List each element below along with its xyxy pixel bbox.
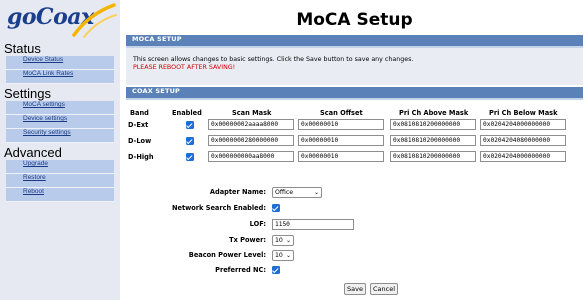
nav-section-advanced: Advanced bbox=[4, 145, 62, 160]
network-search-label: Network Search Enabled: bbox=[172, 204, 266, 212]
nav-item-moca-settings[interactable]: MoCA settings bbox=[6, 101, 114, 115]
tx-power-label: Tx Power: bbox=[229, 236, 266, 244]
band-row-d-ext: D-Ext 0x00000002aaaa8000 0x00000010 0x08… bbox=[126, 119, 583, 131]
scan-mask-input[interactable]: 0x0000000280000000 bbox=[208, 135, 294, 146]
coax-setup-header: COAX SETUP bbox=[126, 87, 583, 100]
chevron-down-icon: ⌄ bbox=[313, 189, 319, 196]
band-enabled-checkbox[interactable] bbox=[186, 137, 194, 145]
lof-input[interactable]: 1150 bbox=[272, 219, 354, 230]
nav-section-status: Status bbox=[4, 41, 41, 56]
pri-ch-above-mask-input[interactable]: 0x0810810200000000 bbox=[390, 119, 476, 130]
scan-offset-input[interactable]: 0x00000010 bbox=[298, 135, 384, 146]
adapter-name-value: Office bbox=[275, 189, 294, 196]
adapter-name-select[interactable]: Office ⌄ bbox=[272, 187, 322, 198]
chevron-down-icon: ⌄ bbox=[285, 237, 291, 244]
tx-power-select[interactable]: 10 ⌄ bbox=[272, 235, 294, 246]
scan-mask-input[interactable]: 0x000000000aa8000 bbox=[208, 151, 294, 162]
pri-ch-below-mask-input[interactable]: 0x0204204000000000 bbox=[480, 151, 566, 162]
nav-item-security-settings[interactable]: Security settings bbox=[6, 129, 114, 143]
column-header-pri-ch-below-mask: Pri Ch Below Mask bbox=[489, 109, 558, 117]
band-name: D-Low bbox=[128, 137, 152, 145]
nav-item-device-status[interactable]: Device Status bbox=[6, 56, 114, 70]
moca-setup-description: This screen allows changes to basic sett… bbox=[133, 56, 414, 63]
pri-ch-below-mask-input[interactable]: 0x0204204080000000 bbox=[480, 135, 566, 146]
beacon-power-value: 10 bbox=[275, 252, 283, 259]
network-search-checkbox[interactable] bbox=[272, 204, 280, 212]
lof-label: LOF: bbox=[249, 220, 266, 228]
save-button[interactable]: Save bbox=[344, 283, 366, 295]
preferred-nc-checkbox[interactable] bbox=[272, 266, 280, 274]
page-title: MoCA Setup bbox=[296, 10, 413, 30]
beacon-power-select[interactable]: 10 ⌄ bbox=[272, 250, 294, 261]
moca-setup-panel: MOCA SETUP This screen allows changes to… bbox=[126, 35, 583, 85]
main-content: MoCA Setup MOCA SETUP This screen allows… bbox=[124, 0, 585, 300]
pri-ch-above-mask-input[interactable]: 0x0810810200000000 bbox=[390, 135, 476, 146]
sidebar: goCoax Status Device Status MoCA Link Ra… bbox=[0, 0, 120, 300]
tx-power-value: 10 bbox=[275, 237, 283, 244]
gocoax-logo: goCoax bbox=[0, 0, 120, 40]
band-enabled-checkbox[interactable] bbox=[186, 153, 194, 161]
column-header-enabled: Enabled bbox=[172, 109, 202, 117]
nav-item-upgrade[interactable]: Upgrade bbox=[6, 160, 114, 174]
column-header-pri-ch-above-mask: Pri Ch Above Mask bbox=[399, 109, 469, 117]
band-row-d-low: D-Low 0x0000000280000000 0x00000010 0x08… bbox=[126, 135, 583, 147]
reboot-warning: PLEASE REBOOT AFTER SAVING! bbox=[133, 64, 236, 71]
nav-item-reboot[interactable]: Reboot bbox=[6, 188, 114, 202]
adapter-name-label: Adapter Name: bbox=[209, 188, 266, 196]
preferred-nc-label: Preferred NC: bbox=[215, 266, 266, 274]
cancel-button[interactable]: Cancel bbox=[370, 283, 398, 295]
band-row-d-high: D-High 0x000000000aa8000 0x00000010 0x08… bbox=[126, 151, 583, 163]
chevron-down-icon: ⌄ bbox=[285, 252, 291, 259]
nav-item-moca-link-rates[interactable]: MoCA Link Rates bbox=[6, 70, 114, 84]
logo-swoosh-icon bbox=[72, 3, 117, 38]
column-header-scan-mask: Scan Mask bbox=[232, 109, 272, 117]
scan-mask-input[interactable]: 0x00000002aaaa8000 bbox=[208, 119, 294, 130]
column-header-band: Band bbox=[130, 109, 149, 117]
nav-item-restore[interactable]: Restore bbox=[6, 174, 114, 188]
band-name: D-High bbox=[128, 153, 154, 161]
band-enabled-checkbox[interactable] bbox=[186, 121, 194, 129]
scan-offset-input[interactable]: 0x00000010 bbox=[298, 151, 384, 162]
nav-section-settings: Settings bbox=[4, 86, 51, 101]
column-header-scan-offset: Scan Offset bbox=[320, 109, 363, 117]
nav-item-device-settings[interactable]: Device settings bbox=[6, 115, 114, 129]
moca-setup-header: MOCA SETUP bbox=[126, 35, 583, 48]
pri-ch-below-mask-input[interactable]: 0x0204204000000000 bbox=[480, 119, 566, 130]
pri-ch-above-mask-input[interactable]: 0x0810810200000000 bbox=[390, 151, 476, 162]
coax-setup-panel: COAX SETUP Band Enabled Scan Mask Scan O… bbox=[126, 87, 583, 295]
band-name: D-Ext bbox=[128, 121, 149, 129]
scan-offset-input[interactable]: 0x00000010 bbox=[298, 119, 384, 130]
beacon-power-label: Beacon Power Level: bbox=[188, 251, 266, 259]
